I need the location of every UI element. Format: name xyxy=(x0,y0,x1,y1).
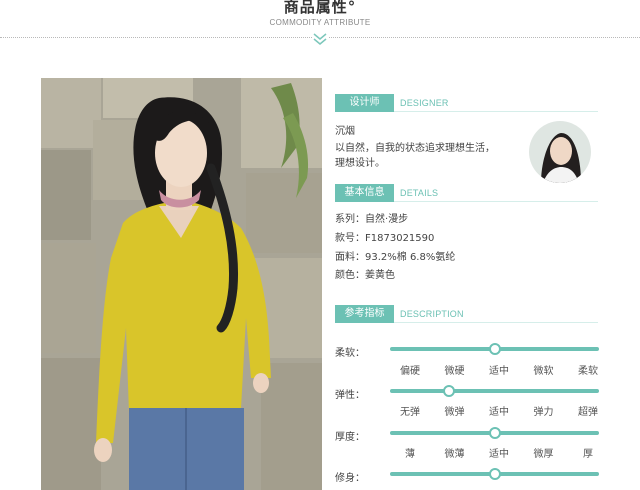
description-header: 参考指标 DESCRIPTION xyxy=(335,305,598,323)
details-label-en: DETAILS xyxy=(400,188,439,198)
scale-label-elasticity: 弹性： xyxy=(335,390,365,401)
details-badge: 基本信息 xyxy=(335,184,394,202)
scale-track-thickness xyxy=(390,427,599,439)
section-title: 商品属性° xyxy=(283,0,357,16)
chevron-down-icon xyxy=(312,31,328,45)
designer-name: 沉烟 xyxy=(335,126,355,137)
scale-option: 厚 xyxy=(583,449,593,460)
product-photo xyxy=(41,78,322,490)
scale-option: 微弹 xyxy=(444,407,465,418)
scale-option: 微薄 xyxy=(444,449,465,460)
scale-option: 薄 xyxy=(405,449,415,460)
scale-options-thickness: 薄 微薄 适中 微厚 厚 xyxy=(393,445,605,460)
scale-label-fit: 修身： xyxy=(335,473,365,484)
scale-knob-softness[interactable] xyxy=(488,343,501,355)
scale-option: 适中 xyxy=(489,407,509,418)
scale-track-softness xyxy=(390,343,599,355)
designer-label-en: DESIGNER xyxy=(400,98,449,108)
scale-label-softness: 柔软： xyxy=(335,348,365,359)
detail-series: 系列：自然·漫步 xyxy=(335,214,409,225)
scale-label-thickness: 厚度： xyxy=(335,432,365,443)
scale-track-fit xyxy=(390,468,599,480)
scale-option: 超弹 xyxy=(578,407,598,418)
designer-header: 设计师 DESIGNER xyxy=(335,94,598,112)
designer-avatar xyxy=(529,121,591,183)
designer-quote-line1: 以自然，自我的状态追求理想生活， xyxy=(335,143,495,154)
scale-option: 适中 xyxy=(489,449,509,460)
section-subtitle: COMMODITY ATTRIBUTE xyxy=(269,18,371,27)
scale-option: 弹力 xyxy=(533,407,554,418)
detail-color: 颜色：姜黄色 xyxy=(335,270,395,281)
designer-badge: 设计师 xyxy=(335,94,394,112)
detail-fabric: 面料：93.2%棉 6.8%氨纶 xyxy=(335,252,456,263)
scale-option: 微硬 xyxy=(444,366,465,377)
designer-quote-line2: 理想设计。 xyxy=(335,158,385,169)
scale-knob-thickness[interactable] xyxy=(488,427,501,439)
scale-option: 无弹 xyxy=(400,407,420,418)
detail-code: 款号：F1873021590 xyxy=(335,233,435,244)
details-header: 基本信息 DETAILS xyxy=(335,184,598,202)
scale-option: 适中 xyxy=(489,366,509,377)
scale-option: 微软 xyxy=(533,366,554,377)
scale-options-softness: 偏硬 微硬 适中 微软 柔软 xyxy=(393,362,605,377)
scale-knob-fit[interactable] xyxy=(488,468,501,480)
scale-track-elasticity xyxy=(390,385,599,397)
scale-knob-elasticity[interactable] xyxy=(442,385,455,397)
scale-option: 柔软 xyxy=(578,366,598,377)
description-label-en: DESCRIPTION xyxy=(400,309,464,319)
description-badge: 参考指标 xyxy=(335,305,394,323)
scale-option: 微厚 xyxy=(533,449,554,460)
scale-options-elasticity: 无弹 微弹 适中 弹力 超弹 xyxy=(393,403,605,418)
scale-option: 偏硬 xyxy=(400,366,420,377)
